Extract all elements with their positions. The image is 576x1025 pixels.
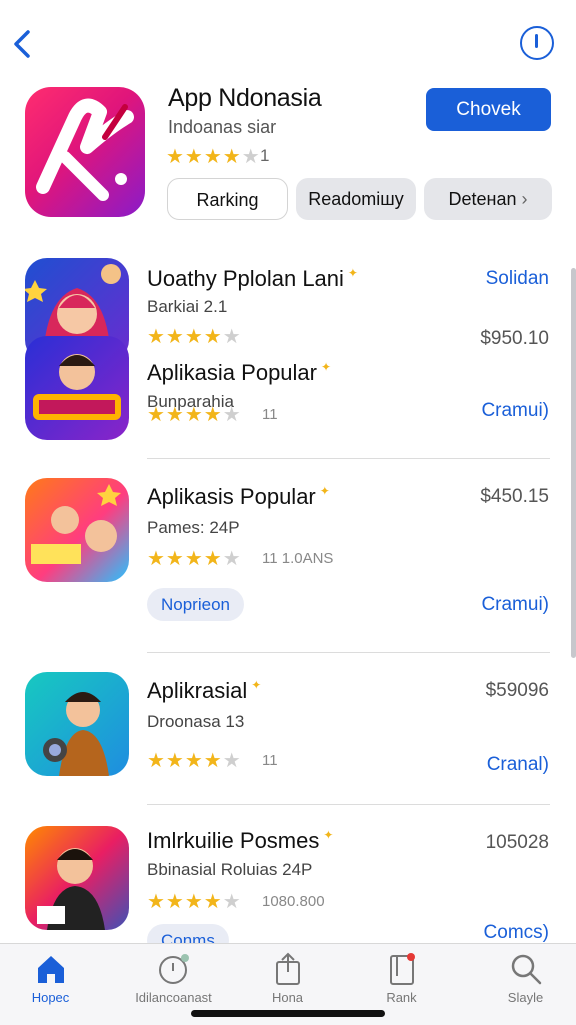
app-price-5: 105028 xyxy=(485,832,549,853)
app-tag-pill-3[interactable]: Noprieon xyxy=(147,588,244,621)
rating-count: 1 xyxy=(260,146,270,165)
search-icon xyxy=(511,954,541,985)
rating-count-3: 11 1.0ANS xyxy=(262,550,334,567)
rating-stars: ★★★★★ xyxy=(166,146,261,168)
app-title-5: Imlrkuilie Posmes ✦ xyxy=(147,828,333,854)
tab-search[interactable]: Slayle xyxy=(468,952,576,1005)
app-action-3[interactable]: Cramui) xyxy=(481,594,549,616)
app-icon-2[interactable] xyxy=(25,336,129,440)
row-divider xyxy=(147,652,550,653)
rating-stars-4: ★★★★★ xyxy=(147,750,242,772)
app-title-5-text: Imlrkuilie Posmes xyxy=(147,828,320,853)
tab-search-label: Slayle xyxy=(507,990,544,1005)
sparkle-icon: ✦ xyxy=(251,678,262,692)
app-price-1: $950.10 xyxy=(480,328,549,349)
app-price-4: $59096 xyxy=(485,680,549,701)
sparkle-icon: ✦ xyxy=(323,828,334,842)
app-title-4-text: Aplikrasial xyxy=(147,678,248,703)
app-action-1[interactable]: Solidan xyxy=(486,268,549,290)
app-icon xyxy=(25,87,145,217)
sparkle-icon: ✦ xyxy=(319,484,330,498)
app-title-4: Aplikrasial ✦ xyxy=(147,678,261,704)
sparkle-icon: ✦ xyxy=(347,266,358,280)
app-title-1-text: Uoathy Pplolan Lani xyxy=(147,266,344,291)
row-divider xyxy=(147,804,550,805)
app-action-5[interactable]: Comcs) xyxy=(484,922,549,944)
tab-updates[interactable]: Idilancoanast xyxy=(116,952,231,1005)
app-icon-3[interactable] xyxy=(25,478,129,582)
app-subtitle-1: Barkiai 2.1 xyxy=(147,297,228,316)
sparkle-icon: ✦ xyxy=(320,360,332,374)
app-action-4[interactable]: Cranal) xyxy=(487,754,549,776)
rating-stars-3: ★★★★★ xyxy=(147,548,242,570)
app-developer: Indoanas siar xyxy=(168,117,277,137)
chip-details[interactable]: Deteнan › xyxy=(424,178,552,220)
app-title-2-text: Aplikasia Popular xyxy=(147,360,317,385)
tab-rank[interactable]: Rank xyxy=(344,952,459,1005)
chevron-right-icon: › xyxy=(521,189,528,209)
tab-share-label: Hona xyxy=(271,990,304,1005)
rating-stars-2: ★★★★★ xyxy=(147,404,242,426)
updates-icon xyxy=(158,954,189,984)
home-icon xyxy=(37,956,64,983)
chip-ranking[interactable]: Rarking xyxy=(167,178,288,220)
rating-stars-5: ★★★★★ xyxy=(147,891,242,913)
app-subtitle-3: Pames: 24P xyxy=(147,518,240,537)
scrollbar[interactable] xyxy=(571,268,576,658)
rating-stars-1: ★★★★★ xyxy=(147,326,242,348)
app-title: App Ndonasia xyxy=(168,84,322,112)
app-subtitle-4: Droonasa 13 xyxy=(147,712,245,731)
app-title-1: Uoathy Pplolan Lani ✦ xyxy=(147,266,358,292)
share-icon xyxy=(275,952,300,985)
app-title-3: Aplikasis Popular ✦ xyxy=(147,484,330,510)
tab-home[interactable]: Hopec xyxy=(0,952,108,1005)
chip-recommended[interactable]: Readomiшy xyxy=(296,178,416,220)
app-icon-5[interactable] xyxy=(25,826,129,930)
app-action-2[interactable]: Cramui) xyxy=(481,400,549,422)
back-chevron-icon[interactable] xyxy=(10,26,40,62)
app-title-3-text: Aplikasis Popular xyxy=(147,484,316,509)
rank-icon xyxy=(389,953,415,985)
row-divider xyxy=(147,458,550,459)
history-clock-icon[interactable] xyxy=(520,26,554,60)
app-title-2: Aplikasia Popular ✦ xyxy=(147,360,331,386)
rating-count-4: 11 xyxy=(262,752,278,769)
rating-count-2: 11 xyxy=(262,406,278,423)
chip-details-label: Deteнan xyxy=(448,189,517,209)
rating-count-5: 1080.800 xyxy=(262,893,325,910)
tab-updates-label: Idilancoanast xyxy=(135,990,212,1005)
tab-home-label: Hopec xyxy=(31,990,70,1005)
tab-rank-label: Rank xyxy=(386,990,417,1005)
app-icon-4[interactable] xyxy=(25,672,129,776)
app-subtitle-5: Bbinasial Roluias 24P xyxy=(147,860,313,879)
home-indicator xyxy=(191,1010,385,1017)
tab-share[interactable]: Hona xyxy=(230,952,345,1005)
app-price-3: $450.15 xyxy=(480,486,549,507)
get-button[interactable]: Chovek xyxy=(426,88,551,131)
